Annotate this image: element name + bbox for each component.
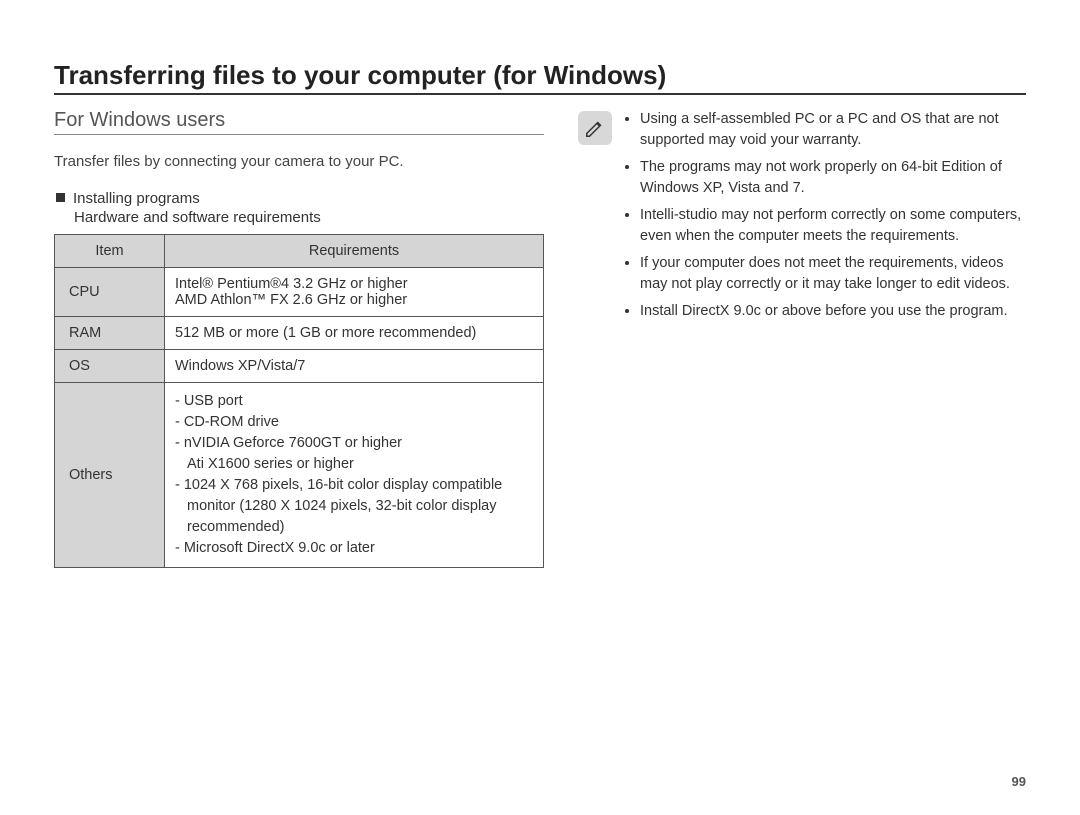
right-column: Using a self-assembled PC or a PC and OS… [578, 109, 1026, 568]
note-item: Install DirectX 9.0c or above before you… [640, 301, 1026, 322]
others-l1: - USB port [175, 391, 533, 412]
note-item: Intelli-studio may not perform correctly… [640, 205, 1026, 247]
table-header-row: Item Requirements [55, 235, 544, 268]
th-req: Requirements [165, 235, 544, 268]
others-l2: - CD-ROM drive [175, 412, 533, 433]
cpu-line2: AMD Athlon™ FX 2.6 GHz or higher [175, 292, 533, 308]
others-l5: - Microsoft DirectX 9.0c or later [175, 538, 533, 559]
others-l4: - 1024 X 768 pixels, 16-bit color displa… [175, 475, 533, 496]
table-row: RAM 512 MB or more (1 GB or more recomme… [55, 317, 544, 350]
note-list: Using a self-assembled PC or a PC and OS… [622, 109, 1026, 328]
table-row: CPU Intel® Pentium®4 3.2 GHz or higher A… [55, 268, 544, 317]
note-box: Using a self-assembled PC or a PC and OS… [578, 109, 1026, 328]
page-title: Transferring files to your computer (for… [54, 60, 1026, 95]
requirements-table: Item Requirements CPU Intel® Pentium®4 3… [54, 234, 544, 568]
cell-others-req: - USB port - CD-ROM drive - nVIDIA Gefor… [165, 383, 544, 568]
others-l3b: Ati X1600 series or higher [175, 454, 533, 475]
others-l4c: recommended) [175, 517, 533, 538]
install-header-text: Installing programs [73, 190, 200, 207]
th-item: Item [55, 235, 165, 268]
table-row: Others - USB port - CD-ROM drive - nVIDI… [55, 383, 544, 568]
others-l3: - nVIDIA Geforce 7600GT or higher [175, 433, 533, 454]
cell-os-req: Windows XP/Vista/7 [165, 350, 544, 383]
section-subtitle: For Windows users [54, 109, 544, 135]
cell-cpu-req: Intel® Pentium®4 3.2 GHz or higher AMD A… [165, 268, 544, 317]
cell-others-item: Others [55, 383, 165, 568]
note-item: If your computer does not meet the requi… [640, 253, 1026, 295]
left-column: For Windows users Transfer files by conn… [54, 109, 544, 568]
cell-cpu-item: CPU [55, 268, 165, 317]
req-header: Hardware and software requirements [74, 209, 544, 226]
others-l4b: monitor (1280 X 1024 pixels, 32-bit colo… [175, 496, 533, 517]
note-item: Using a self-assembled PC or a PC and OS… [640, 109, 1026, 151]
intro-text: Transfer files by connecting your camera… [54, 153, 544, 170]
cell-ram-req: 512 MB or more (1 GB or more recommended… [165, 317, 544, 350]
cell-os-item: OS [55, 350, 165, 383]
square-bullet-icon [56, 193, 65, 202]
page-number: 99 [1012, 774, 1026, 789]
install-header: Installing programs [54, 190, 544, 207]
cpu-line1: Intel® Pentium®4 3.2 GHz or higher [175, 276, 533, 292]
note-item: The programs may not work properly on 64… [640, 157, 1026, 199]
table-row: OS Windows XP/Vista/7 [55, 350, 544, 383]
pencil-note-icon [578, 111, 612, 145]
cell-ram-item: RAM [55, 317, 165, 350]
